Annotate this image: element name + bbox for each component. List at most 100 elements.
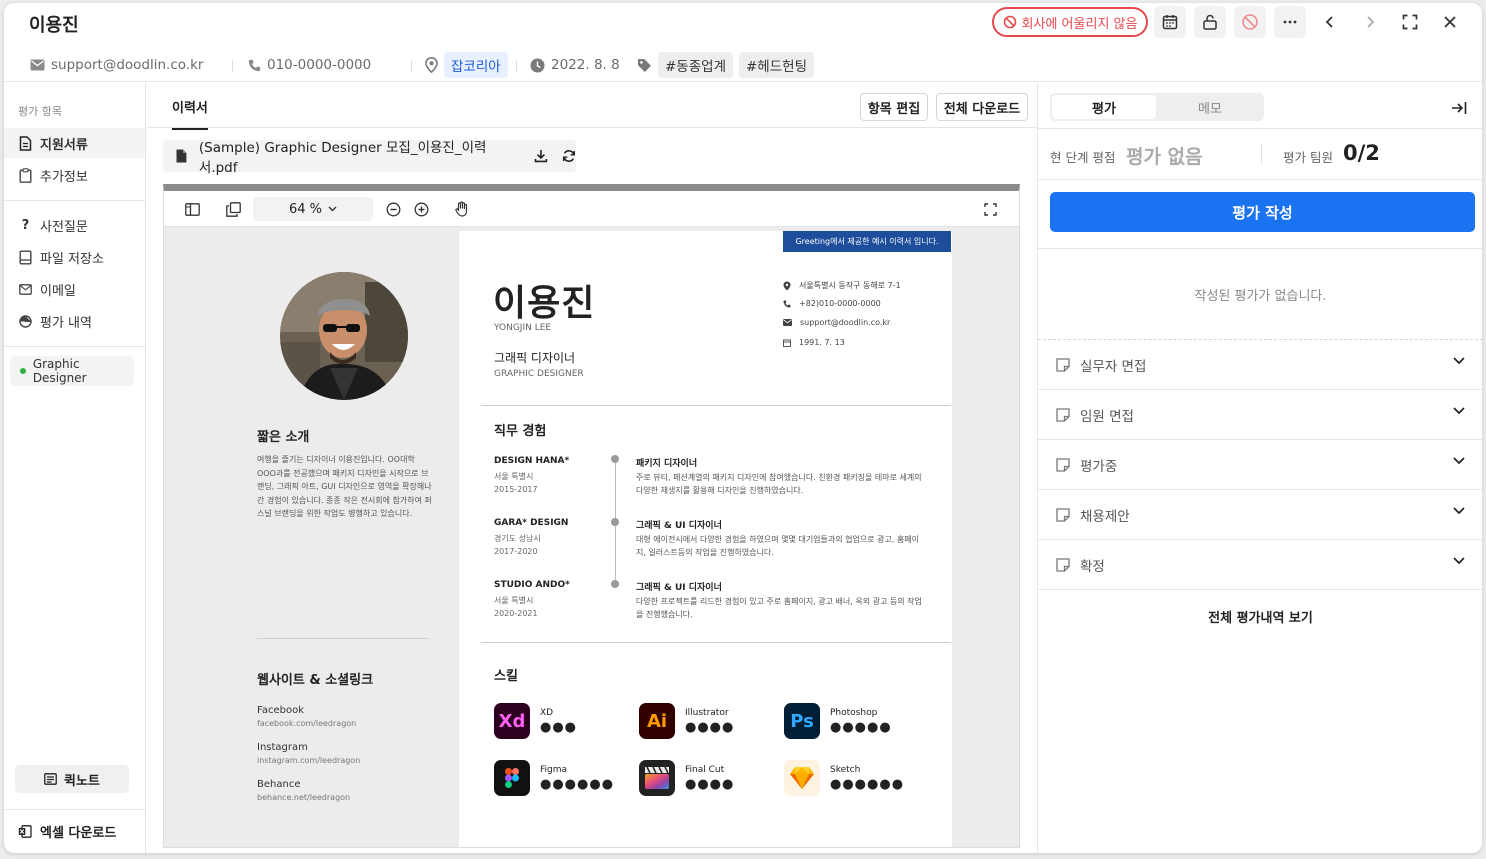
tag-chip: #동종업계: [658, 52, 733, 78]
zoom-out-button[interactable]: [384, 200, 402, 218]
sidebar-item-label: 사전질문: [40, 219, 88, 235]
candidate-window: 이용진 회사에 어울리지 않음 support@doodlin.co.kr 01…: [4, 3, 1482, 853]
tab-resume[interactable]: 이력서: [172, 97, 208, 130]
file-row[interactable]: (Sample) Graphic Designer 모집_이용진_이력서.pdf: [163, 140, 576, 176]
write-evaluation-button[interactable]: 평가 작성: [1050, 192, 1475, 232]
stage-accordion[interactable]: 확정: [1038, 540, 1482, 590]
edit-items-button[interactable]: 항목 편집: [860, 93, 928, 121]
expand-button[interactable]: [1400, 12, 1420, 32]
prev-button[interactable]: [1320, 12, 1340, 32]
panel-icon: [184, 202, 200, 216]
zoom-select[interactable]: 64 %: [253, 197, 373, 221]
calendar-button[interactable]: [1154, 6, 1186, 38]
sidebar-item-label: 지원서류: [40, 137, 88, 153]
next-button[interactable]: [1360, 12, 1380, 32]
sidebar-item-extra-info[interactable]: 추가정보: [4, 160, 145, 190]
position-label: Graphic Designer: [32, 357, 87, 385]
mail-icon: [19, 283, 32, 295]
chevron-right-icon: [1367, 16, 1375, 28]
pdf-toolbar: 64 %: [164, 191, 1019, 227]
company-name: DESIGN HANA*: [494, 456, 570, 466]
sidebar-item-label: 이메일: [40, 283, 76, 299]
unfit-button[interactable]: 회사에 어울리지 않음: [992, 7, 1148, 37]
greeting-banner: Greeting에서 제공한 예시 이력서 입니다.: [783, 231, 951, 252]
job-description: 다양한 프로젝트를 리드한 경험이 있고 주로 홈페이지, 광고 배너, 옥외 …: [636, 597, 922, 619]
contact-address: 서울특별시 동작구 동해로 7-1: [783, 280, 901, 291]
document-icon: [19, 135, 32, 151]
resume-name: 이용진: [493, 283, 596, 324]
calendar-icon: [783, 339, 791, 347]
unlock-button[interactable]: [1194, 6, 1226, 38]
job-title: 패키지 디자이너: [636, 459, 698, 469]
document-tabbar: 이력서 항목 편집 전체 다운로드: [147, 83, 1037, 130]
refresh-icon[interactable]: [562, 149, 576, 163]
stage-label: 실무자 면접: [1080, 358, 1147, 375]
block-button[interactable]: [1234, 6, 1266, 38]
phone-info[interactable]: 010-0000-0000: [248, 53, 371, 77]
experience-title: 직무 경험: [494, 424, 547, 439]
eval-memo-toggle: 평가 메모: [1050, 93, 1264, 121]
sidebar-item-eval-history[interactable]: 평가 내역: [4, 306, 145, 336]
quicknote-button[interactable]: 퀵노트: [15, 765, 129, 793]
sidebar-item-label: 파일 저장소: [40, 251, 104, 267]
note-icon: [1056, 507, 1070, 522]
phone-icon: [783, 299, 791, 308]
date-text: 2022. 8. 8: [551, 57, 620, 73]
stage-accordion[interactable]: 실무자 면접: [1038, 340, 1482, 390]
chevron-left-icon: [1325, 16, 1333, 28]
question-icon: ?: [21, 217, 30, 233]
download-icon[interactable]: [534, 149, 548, 163]
pie-chart-icon: [19, 314, 32, 328]
sidebar: 평가 항목 지원서류 추가정보 ? 사전질문 파일 저장소 이메일 평가 내역: [4, 83, 146, 853]
email-info[interactable]: support@doodlin.co.kr: [30, 53, 203, 77]
header: 이용진 회사에 어울리지 않음: [4, 3, 1482, 43]
resume-left-column: 짧은 소개 여행을 즐기는 디자이너 이용진입니다. OO대학 OOO과를 전공…: [226, 231, 459, 847]
stage-label: 평가중: [1080, 458, 1118, 475]
source-info[interactable]: 잡코리아: [425, 52, 508, 78]
download-all-button[interactable]: 전체 다운로드: [936, 93, 1028, 121]
company-location: 경기도 성남시: [494, 534, 541, 543]
social-url: facebook.com/leedragon: [257, 719, 357, 728]
tab-memo[interactable]: 메모: [1158, 95, 1262, 119]
sidebar-toggle-button[interactable]: [183, 200, 201, 218]
sidebar-item-prequestions[interactable]: ? 사전질문: [4, 210, 145, 240]
intro-text: 여행을 즐기는 디자이너 이용진입니다. OO대학 OOO과를 전공했으며 패키…: [257, 455, 432, 518]
calendar-icon: [1162, 15, 1178, 30]
sidebar-item-documents[interactable]: 지원서류: [4, 128, 145, 158]
sidebar-item-label: 평가 내역: [40, 315, 92, 331]
expand-icon: [1402, 14, 1418, 30]
fullscreen-button[interactable]: [981, 200, 999, 218]
zoom-in-button[interactable]: [412, 200, 430, 218]
view-all-evaluations-link[interactable]: 전체 평가내역 보기: [1038, 607, 1482, 627]
stage-accordion[interactable]: 채용제안: [1038, 490, 1482, 540]
close-button[interactable]: [1440, 12, 1460, 32]
stage-score-value: 평가 없음: [1126, 146, 1203, 168]
tab-evaluation[interactable]: 평가: [1052, 95, 1156, 119]
company-period: 2015-2017: [494, 485, 538, 494]
evaluation-panel: 평가 메모 현 단계 평점 평가 없음 평가 팀원 0/2 평가 작성 작성된 …: [1037, 83, 1482, 853]
page-view-button[interactable]: [224, 200, 242, 218]
pdf-viewer[interactable]: 64 % 짧은 소개 여행을 즐기는 디자이너 이용진입니다. OO대학 OOO…: [163, 184, 1020, 848]
skill-level: ●●●●: [685, 720, 735, 735]
profile-photo: [280, 272, 408, 400]
illustrator-icon: Ai: [639, 703, 675, 739]
stage-accordion[interactable]: 평가중: [1038, 440, 1482, 490]
sidebar-item-email[interactable]: 이메일: [4, 274, 145, 304]
skill-name: XD: [540, 708, 554, 718]
pan-button[interactable]: [453, 200, 471, 218]
pages-icon: [225, 201, 241, 217]
collapse-panel-button[interactable]: [1451, 100, 1467, 119]
excel-label: 엑셀 다운로드: [40, 826, 117, 841]
position-chip[interactable]: Graphic Designer: [10, 356, 134, 386]
skill-name: Final Cut: [685, 765, 725, 775]
tags-info[interactable]: #동종업계 #헤드헌팅: [637, 52, 814, 78]
tag-icon: [638, 58, 651, 72]
sidebar-item-file-storage[interactable]: 파일 저장소: [4, 242, 145, 272]
more-button[interactable]: [1274, 6, 1306, 38]
skill-name: Figma: [540, 765, 568, 775]
resume-name-en: YONGJIN LEE: [494, 323, 552, 333]
tag-chip: #헤드헌팅: [739, 52, 814, 78]
excel-download-button[interactable]: 엑셀 다운로드: [4, 809, 145, 853]
skill-name: Photoshop: [830, 708, 878, 718]
stage-accordion[interactable]: 임원 면접: [1038, 390, 1482, 440]
